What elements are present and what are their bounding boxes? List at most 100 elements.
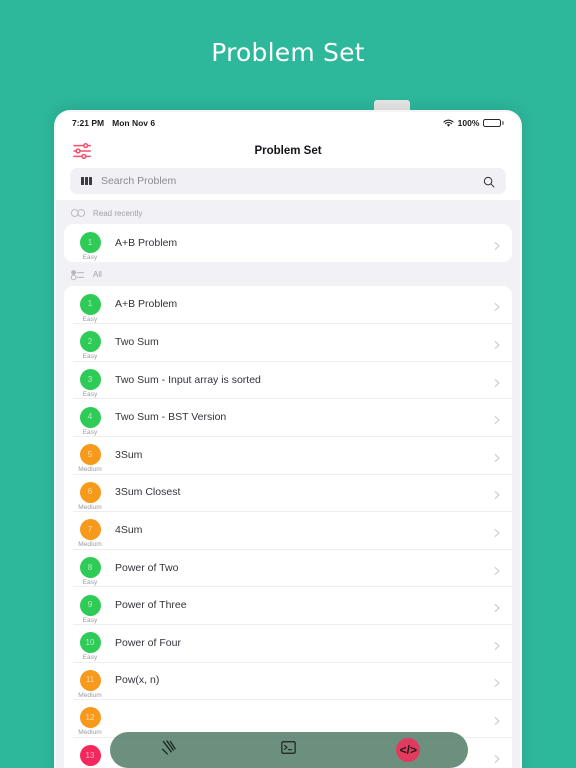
difficulty-label: Easy bbox=[82, 428, 98, 436]
list-item[interactable]: 11 Medium Pow(x, n) bbox=[64, 661, 512, 700]
list-item[interactable]: 5 Medium 3Sum bbox=[64, 435, 512, 474]
problem-badge-col: 6 Medium bbox=[73, 481, 107, 511]
section-header-read-recently: Read recently bbox=[64, 200, 512, 224]
filter-settings-icon bbox=[70, 269, 86, 281]
problem-title: A+B Problem bbox=[115, 236, 178, 249]
difficulty-label: Easy bbox=[82, 353, 98, 361]
difficulty-label: Medium bbox=[78, 541, 102, 549]
code-brackets-icon: </> bbox=[396, 738, 421, 762]
problem-badge-col: 4 Easy bbox=[73, 406, 107, 436]
search-placeholder: Search Problem bbox=[100, 175, 177, 187]
search-input[interactable]: Search Problem bbox=[70, 168, 506, 194]
problem-title: 4Sum bbox=[115, 523, 143, 536]
grid-bars-icon bbox=[81, 177, 92, 185]
difficulty-label: Easy bbox=[82, 315, 98, 323]
list-item[interactable]: 9 Easy Power of Three bbox=[64, 586, 512, 624]
problem-badge-col: 9 Easy bbox=[73, 594, 107, 624]
problem-number-badge: 11 bbox=[79, 669, 101, 691]
toolbar-console-button[interactable] bbox=[229, 739, 348, 761]
sliders-filter-icon[interactable] bbox=[72, 142, 94, 160]
list-item[interactable]: 1 Easy A+B Problem bbox=[64, 224, 512, 262]
problem-number-badge: 4 bbox=[79, 406, 101, 428]
binoculars-icon bbox=[70, 207, 86, 219]
problem-number-badge: 1 bbox=[79, 293, 101, 315]
wifi-icon bbox=[443, 119, 454, 128]
battery-icon bbox=[483, 118, 504, 128]
problem-badge-col: 11 Medium bbox=[73, 669, 107, 699]
search-container: Search Problem bbox=[56, 168, 520, 200]
problem-number-badge: 7 bbox=[79, 519, 101, 541]
list-item[interactable]: 8 Easy Power of Two bbox=[64, 548, 512, 587]
problem-number-badge: 12 bbox=[79, 707, 101, 729]
section-label: All bbox=[93, 270, 102, 280]
status-time: 7:21 PM bbox=[72, 118, 105, 128]
problem-list-scroll[interactable]: Read recently 1 Easy A+B Problem All 1 E… bbox=[56, 200, 520, 768]
chevron-right-icon bbox=[492, 299, 502, 312]
problem-badge-col: 8 Easy bbox=[73, 557, 107, 586]
toolbar-code-button[interactable]: </> bbox=[349, 738, 468, 762]
chevron-right-icon bbox=[492, 600, 502, 613]
problem-number-badge: 8 bbox=[79, 557, 101, 579]
all-problems-card: 1 Easy A+B Problem 2 Easy Two Sum 3 Easy… bbox=[64, 285, 512, 768]
list-item[interactable]: 3 Easy Two Sum - Input array is sorted bbox=[64, 360, 512, 399]
list-item[interactable]: 1 Easy A+B Problem bbox=[64, 286, 512, 324]
chevron-right-icon bbox=[492, 751, 502, 763]
problem-number-badge: 3 bbox=[79, 369, 101, 391]
status-date: Mon Nov 6 bbox=[112, 118, 156, 128]
difficulty-label: Easy bbox=[82, 654, 98, 662]
problem-number-badge: 1 bbox=[79, 232, 101, 254]
problem-title: Power of Three bbox=[115, 599, 187, 612]
read-recently-card: 1 Easy A+B Problem bbox=[64, 224, 512, 262]
problem-badge-col: 12 Medium bbox=[73, 707, 107, 736]
problem-number-badge: 6 bbox=[79, 481, 101, 503]
chevron-right-icon bbox=[492, 238, 502, 250]
section-header-all: All bbox=[64, 262, 512, 286]
problem-title: Two Sum bbox=[115, 335, 159, 348]
problem-number-badge: 9 bbox=[79, 594, 101, 616]
difficulty-label: Medium bbox=[78, 729, 102, 737]
terminal-icon bbox=[280, 739, 297, 761]
problem-title: 3Sum Closest bbox=[115, 486, 181, 499]
problem-badge-col: 10 Easy bbox=[73, 632, 107, 661]
problem-title: A+B Problem bbox=[115, 298, 178, 311]
chevron-right-icon bbox=[492, 563, 502, 575]
search-magnifier-icon[interactable] bbox=[483, 175, 495, 188]
problem-badge-col: 13 bbox=[73, 745, 107, 767]
difficulty-label: Easy bbox=[82, 579, 98, 587]
list-item[interactable]: 10 Easy Power of Four bbox=[64, 623, 512, 662]
problem-title: Power of Two bbox=[115, 561, 179, 574]
status-bar: 7:21 PM Mon Nov 6 100% bbox=[56, 112, 520, 134]
chevron-right-icon bbox=[492, 525, 502, 537]
list-item[interactable]: 6 Medium 3Sum Closest bbox=[64, 473, 512, 512]
floating-toolbar: </> bbox=[110, 732, 468, 768]
difficulty-label: Easy bbox=[82, 391, 98, 399]
difficulty-label: Easy bbox=[82, 254, 98, 262]
chevron-right-icon bbox=[492, 450, 502, 462]
problem-title: Two Sum - BST Version bbox=[115, 411, 227, 424]
nav-title: Problem Set bbox=[254, 145, 322, 157]
problem-number-badge: 5 bbox=[79, 444, 101, 466]
problem-badge-col: 1 Easy bbox=[73, 232, 107, 261]
problem-badge-col: 5 Medium bbox=[73, 444, 107, 473]
section-label: Read recently bbox=[93, 208, 143, 218]
problem-title: 3Sum bbox=[115, 448, 143, 461]
page-title: Problem Set bbox=[211, 38, 365, 67]
list-item[interactable]: 2 Easy Two Sum bbox=[64, 323, 512, 361]
tablet-device: 7:21 PM Mon Nov 6 100% Problem Set Searc… bbox=[54, 110, 522, 768]
battery-percent-label: 100% bbox=[457, 118, 480, 128]
chevron-right-icon bbox=[492, 713, 502, 725]
list-item[interactable]: 7 Medium 4Sum bbox=[64, 511, 512, 549]
chevron-right-icon bbox=[492, 412, 502, 425]
app-navigation-bar: Problem Set bbox=[56, 134, 520, 168]
problem-badge-col: 1 Easy bbox=[73, 293, 107, 323]
problem-number-badge: 13 bbox=[79, 745, 101, 767]
chevron-right-icon bbox=[492, 638, 502, 650]
problem-badge-col: 3 Easy bbox=[73, 369, 107, 398]
chevron-right-icon bbox=[492, 487, 502, 500]
list-item[interactable]: 4 Easy Two Sum - BST Version bbox=[64, 398, 512, 436]
toolbar-gesture-button[interactable] bbox=[110, 738, 229, 762]
swipe-gesture-icon bbox=[160, 738, 179, 762]
problem-number-badge: 2 bbox=[79, 331, 101, 353]
difficulty-label: Easy bbox=[82, 616, 98, 624]
problem-number-badge: 10 bbox=[79, 632, 101, 654]
